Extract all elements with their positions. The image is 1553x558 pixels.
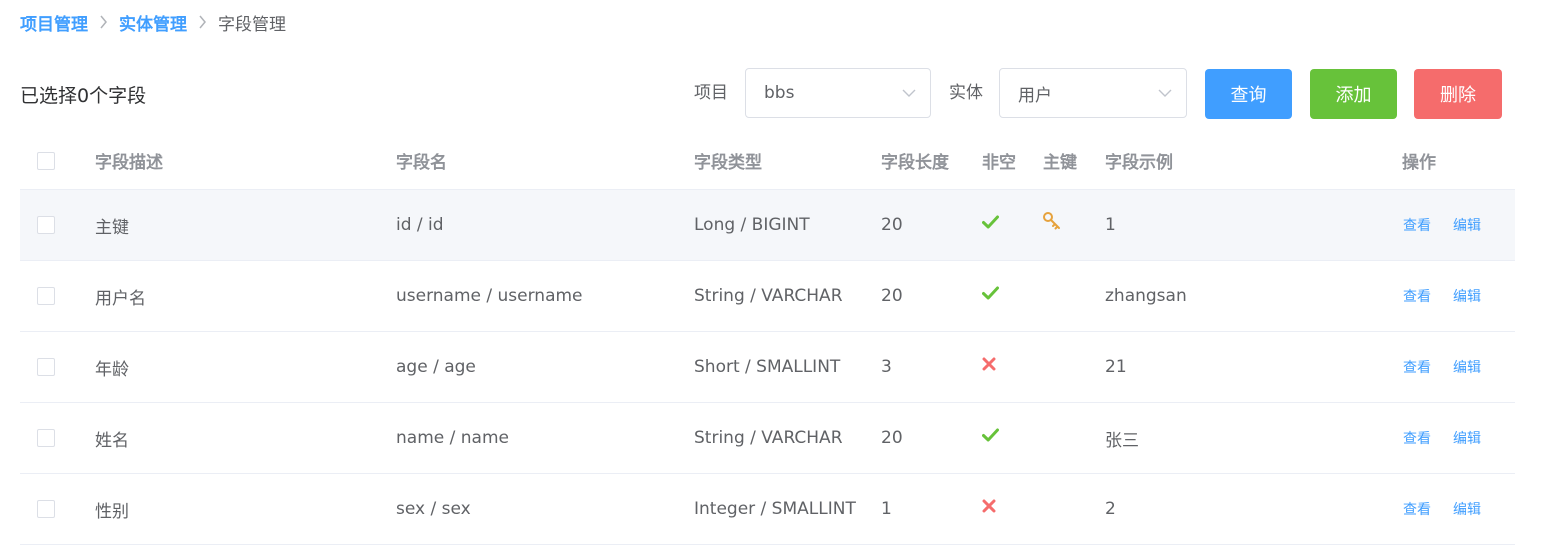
edit-link-label[interactable]: 编辑 — [1453, 428, 1481, 448]
breadcrumb-item-entity[interactable]: 实体管理 — [119, 10, 187, 35]
entity-select-value: 用户 — [1018, 85, 1052, 106]
view-link-label[interactable]: 查看 — [1403, 286, 1431, 306]
table-row[interactable]: 性别 sex / sex Integer / SMALLINT 1 2 查看 编辑 — [20, 474, 1515, 545]
cell-length: 20 — [881, 428, 903, 448]
project-select-value: bbs — [764, 83, 795, 103]
cell-name: age / age — [396, 357, 476, 377]
breadcrumb-item-project[interactable]: 项目管理 — [20, 10, 88, 35]
cross-icon — [982, 329, 996, 399]
row-select-cell — [37, 332, 55, 402]
header-type[interactable]: 字段类型 — [694, 132, 762, 189]
edit-link-label[interactable]: 编辑 — [1453, 499, 1481, 519]
project-select[interactable]: bbs — [745, 68, 931, 118]
breadcrumb-current: 字段管理 — [218, 14, 286, 35]
cell-length: 1 — [881, 499, 892, 519]
header-length[interactable]: 字段长度 — [881, 132, 949, 189]
add-button[interactable]: 添加 — [1310, 69, 1397, 119]
cell-length: 20 — [881, 286, 903, 306]
cell-type: Short / SMALLINT — [694, 357, 841, 377]
chevron-right-icon — [99, 15, 108, 29]
view-link-label[interactable]: 查看 — [1403, 499, 1431, 519]
row-checkbox[interactable] — [37, 358, 55, 376]
header-desc[interactable]: 字段描述 — [95, 132, 163, 189]
key-icon — [1042, 186, 1062, 256]
table-body: 主键 id / id Long / BIGINT 20 1 查看 编辑 用户名 username… — [20, 190, 1515, 545]
fields-table: 字段描述 字段名 字段类型 字段长度 非空 主键 字段示例 操作 主键 id / … — [20, 132, 1515, 545]
cell-desc: 用户名 — [95, 288, 146, 309]
cell-name: name / name — [396, 428, 509, 448]
cell-type: Long / BIGINT — [694, 215, 810, 235]
header-example[interactable]: 字段示例 — [1105, 132, 1173, 189]
cell-desc: 姓名 — [95, 430, 129, 451]
header-name[interactable]: 字段名 — [396, 132, 447, 189]
cell-name: username / username — [396, 286, 583, 306]
edit-link[interactable]: 编辑 — [1453, 261, 1481, 331]
edit-link[interactable]: 编辑 — [1453, 403, 1481, 473]
row-select-cell — [37, 190, 55, 260]
header-notnull[interactable]: 非空 — [982, 132, 1016, 189]
table-row[interactable]: 用户名 username / username String / VARCHAR 20… — [20, 261, 1515, 332]
check-icon — [982, 187, 999, 257]
query-button[interactable]: 查询 — [1205, 69, 1292, 119]
entity-filter-label: 实体 — [949, 83, 983, 103]
row-checkbox[interactable] — [37, 500, 55, 518]
view-link[interactable]: 查看 — [1403, 190, 1431, 260]
view-link[interactable]: 查看 — [1403, 474, 1431, 544]
delete-button[interactable]: 删除 — [1414, 69, 1502, 119]
row-checkbox[interactable] — [37, 216, 55, 234]
edit-link[interactable]: 编辑 — [1453, 190, 1481, 260]
header-pk[interactable]: 主键 — [1043, 132, 1077, 189]
cell-name: sex / sex — [396, 499, 471, 519]
edit-link-label[interactable]: 编辑 — [1453, 286, 1481, 306]
view-link[interactable]: 查看 — [1403, 332, 1431, 402]
cell-length: 20 — [881, 215, 903, 235]
table-row[interactable]: 主键 id / id Long / BIGINT 20 1 查看 编辑 — [20, 190, 1515, 261]
cell-example: 2 — [1105, 499, 1116, 519]
chevron-right-icon — [198, 15, 207, 29]
selected-count-text: 已选择0个字段 — [20, 85, 147, 107]
edit-link-label[interactable]: 编辑 — [1453, 357, 1481, 377]
select-all-cell — [37, 132, 55, 189]
cell-type: String / VARCHAR — [694, 286, 843, 306]
select-all-checkbox[interactable] — [37, 151, 55, 170]
cell-desc: 性别 — [95, 501, 129, 522]
cell-name: id / id — [396, 215, 444, 235]
cell-type: String / VARCHAR — [694, 428, 843, 448]
table-row[interactable]: 姓名 name / name String / VARCHAR 20 张三 查看 编辑 — [20, 403, 1515, 474]
entity-select[interactable]: 用户 — [999, 68, 1187, 118]
cell-desc: 主键 — [95, 217, 129, 238]
edit-link[interactable]: 编辑 — [1453, 332, 1481, 402]
cell-desc: 年龄 — [95, 359, 129, 380]
table-row[interactable]: 年龄 age / age Short / SMALLINT 3 21 查看 编辑 — [20, 332, 1515, 403]
cell-example: 1 — [1105, 215, 1116, 235]
cell-length: 3 — [881, 357, 892, 377]
chevron-down-icon — [902, 86, 916, 100]
breadcrumb: 项目管理 实体管理 字段管理 — [20, 10, 286, 35]
view-link-label[interactable]: 查看 — [1403, 428, 1431, 448]
chevron-down-icon — [1158, 86, 1172, 100]
check-icon — [982, 400, 999, 470]
table-header-row: 字段描述 字段名 字段类型 字段长度 非空 主键 字段示例 操作 — [20, 132, 1515, 190]
cell-type: Integer / SMALLINT — [694, 499, 856, 519]
view-link-label[interactable]: 查看 — [1403, 215, 1431, 235]
cell-example: zhangsan — [1105, 286, 1187, 306]
edit-link-label[interactable]: 编辑 — [1453, 215, 1481, 235]
cross-icon — [982, 471, 996, 541]
row-checkbox[interactable] — [37, 429, 55, 447]
header-actions: 操作 — [1402, 153, 1436, 173]
edit-link[interactable]: 编辑 — [1453, 474, 1481, 544]
check-icon — [982, 258, 999, 328]
row-select-cell — [37, 474, 55, 544]
row-checkbox[interactable] — [37, 287, 55, 305]
row-select-cell — [37, 403, 55, 473]
project-filter-label: 项目 — [694, 83, 728, 103]
view-link[interactable]: 查看 — [1403, 403, 1431, 473]
view-link[interactable]: 查看 — [1403, 261, 1431, 331]
cell-example: 张三 — [1105, 430, 1139, 451]
row-select-cell — [37, 261, 55, 331]
view-link-label[interactable]: 查看 — [1403, 357, 1431, 377]
cell-example: 21 — [1105, 357, 1127, 377]
